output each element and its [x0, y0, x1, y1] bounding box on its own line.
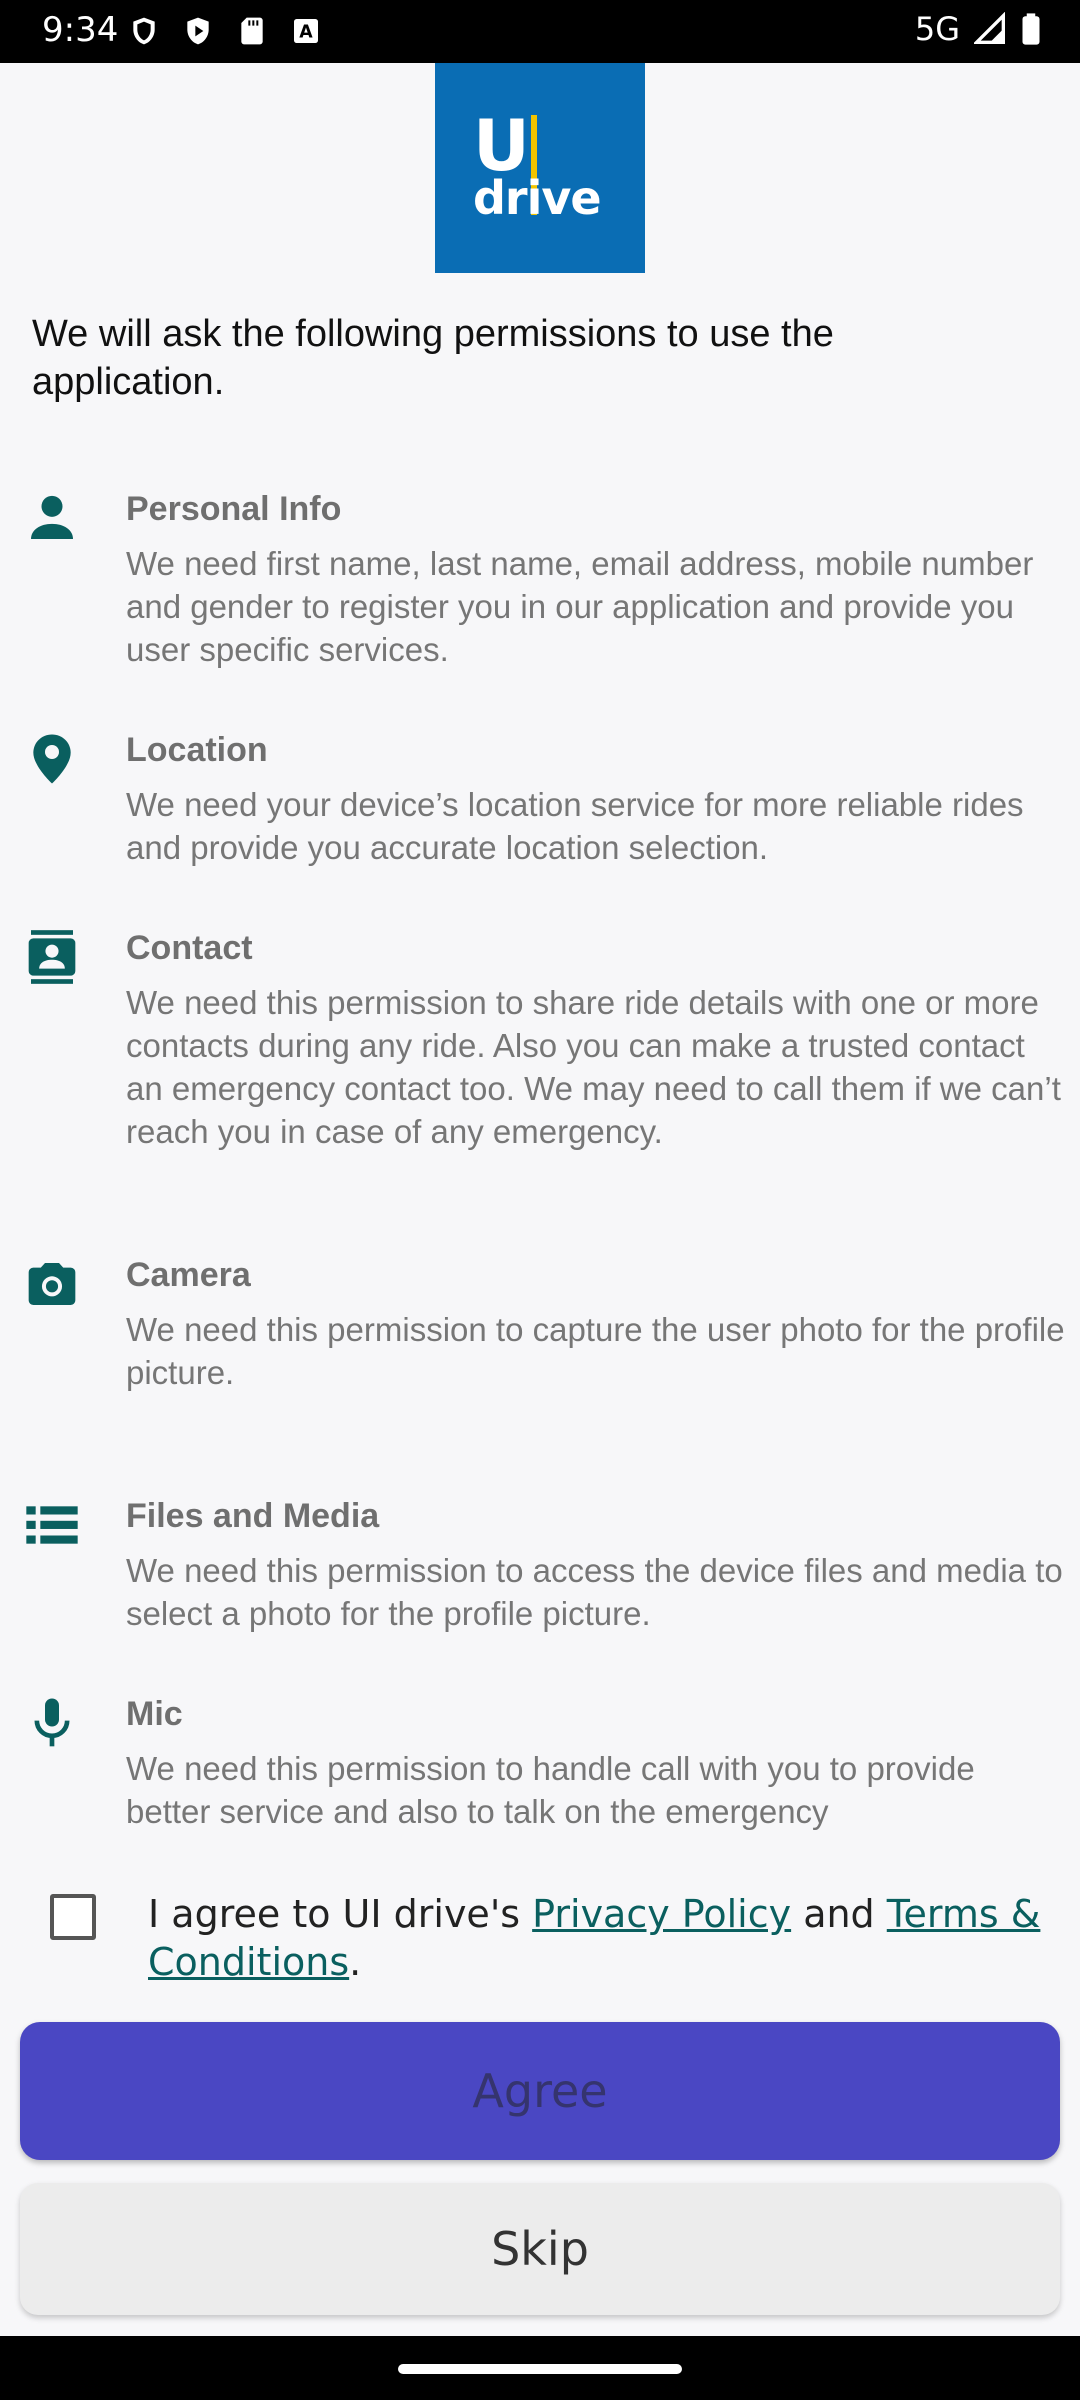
location-pin-icon: [33, 734, 71, 784]
camera-icon: [28, 1263, 76, 1305]
agree-button[interactable]: Agree: [20, 2022, 1060, 2160]
battery-icon: [1022, 13, 1040, 45]
shield-icon: [133, 17, 155, 45]
agreement-text: I agree to UI drive's Privacy Policy and…: [148, 1890, 1048, 1986]
status-time: 9:34: [42, 10, 119, 50]
status-bar: 9:34 A 5G: [0, 0, 1080, 63]
agreement-suffix: .: [349, 1940, 362, 1984]
logo-word-drive: drive: [473, 171, 602, 225]
permission-description: We need this permission to handle call w…: [126, 1750, 975, 1830]
intro-text: We will ask the following permissions to…: [32, 313, 834, 403]
svg-text:A: A: [299, 23, 313, 43]
permission-description: We need this permission to capture the u…: [126, 1311, 1065, 1391]
app-logo: U drive: [435, 63, 645, 273]
permission-description: We need this permission to access the de…: [126, 1552, 1063, 1632]
permission-description: We need first name, last name, email add…: [126, 545, 1034, 668]
signal-icon: [974, 12, 1005, 44]
navigation-bar: [0, 2336, 1080, 2400]
network-type: 5G: [914, 10, 960, 48]
list-storage-icon: [26, 1506, 78, 1544]
mic-icon: [34, 1698, 70, 1747]
skip-button[interactable]: Skip: [20, 2183, 1060, 2315]
contact-card-icon: [28, 930, 76, 984]
agreement-middle: and: [791, 1892, 887, 1936]
play-protect-icon: [187, 17, 209, 45]
sd-card-icon: [241, 17, 263, 45]
permission-title: Files and Media: [126, 1497, 380, 1535]
permission-description: We need your device’s location service f…: [126, 786, 1024, 866]
permission-title: Contact: [126, 929, 253, 967]
permission-title: Mic: [126, 1695, 183, 1733]
permission-title: Personal Info: [126, 490, 342, 528]
permission-title: Camera: [126, 1256, 251, 1294]
home-gesture-handle[interactable]: [398, 2364, 682, 2374]
agreement-prefix: I agree to UI drive's: [148, 1892, 533, 1936]
privacy-policy-link[interactable]: Privacy Policy: [532, 1892, 791, 1936]
permission-description: We need this permission to share ride de…: [126, 984, 1061, 1150]
agree-checkbox[interactable]: [50, 1894, 96, 1940]
person-icon: [31, 495, 73, 539]
permission-title: Location: [126, 731, 268, 769]
keyboard-a-icon: A: [294, 19, 318, 43]
